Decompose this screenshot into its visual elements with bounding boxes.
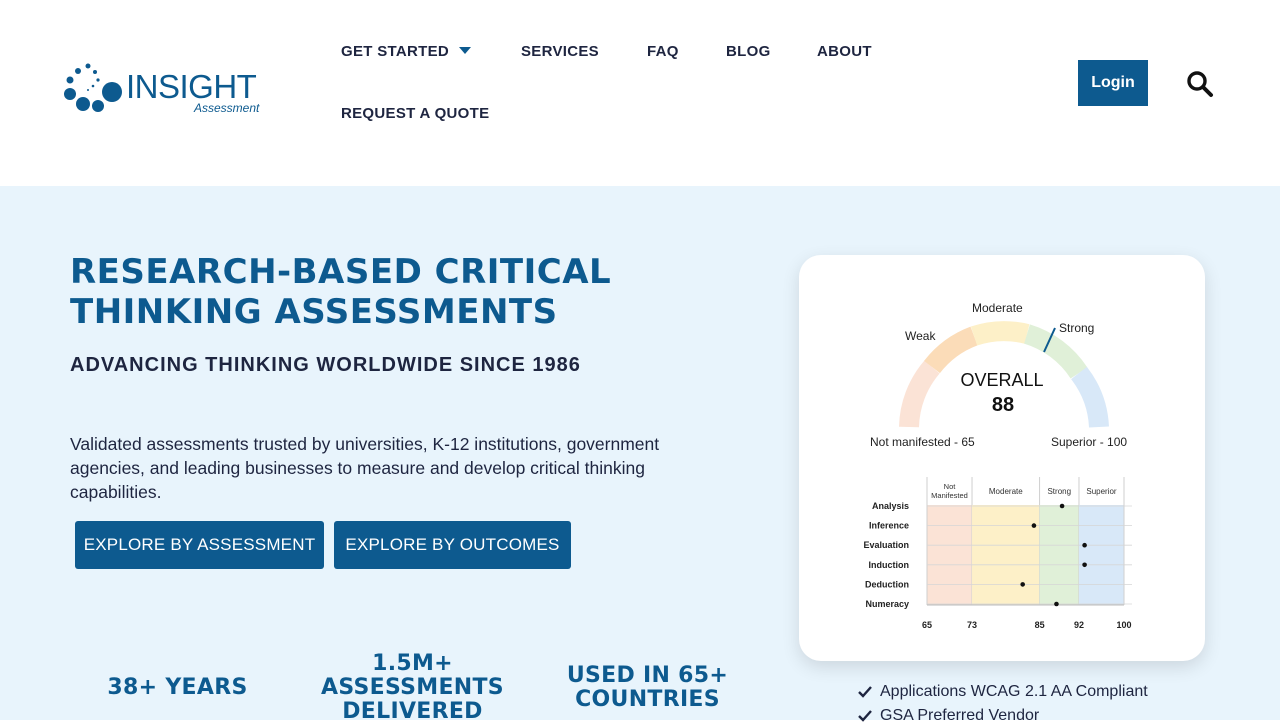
- hero-subtitle: ADVANCING THINKING WORLDWIDE SINCE 1986: [70, 354, 581, 376]
- gauge-label-weak: Weak: [905, 329, 936, 343]
- row-label-deduction: Deduction: [865, 579, 909, 589]
- stat-countries: USED IN 65+ COUNTRIES: [566, 663, 729, 712]
- hero-section: RESEARCH-BASED CRITICAL THINKING ASSESSM…: [0, 186, 1280, 724]
- gauge-segment-superior: [1070, 366, 1109, 428]
- hero-title: RESEARCH-BASED CRITICAL THINKING ASSESSM…: [70, 252, 612, 332]
- gauge-min-label: Not manifested - 65: [870, 435, 975, 449]
- band-0: [927, 505, 973, 605]
- row-label-inference: Inference: [869, 521, 909, 531]
- x-tick-label: 85: [1035, 620, 1045, 630]
- gauge-segment-strong: [1023, 324, 1088, 379]
- row-label-numeracy: Numeracy: [865, 599, 909, 609]
- explore-by-outcomes-button[interactable]: EXPLORE BY OUTCOMES: [334, 521, 571, 569]
- row-label-induction: Induction: [869, 560, 910, 570]
- stat-assessments: 1.5M+ ASSESSMENTS DELIVERED: [321, 651, 504, 724]
- band-label: Superior: [1086, 487, 1117, 496]
- gauge-overall-score: 88: [992, 394, 1014, 416]
- gauge-segment-weak: [924, 326, 978, 374]
- band-label: Strong: [1047, 487, 1071, 496]
- gauge-segment-not-manifested: [899, 360, 940, 428]
- dot-deduction: [1020, 582, 1025, 587]
- check-icon: [858, 710, 872, 722]
- nav-get-started[interactable]: GET STARTED: [341, 43, 472, 60]
- login-button[interactable]: Login: [1078, 60, 1148, 106]
- band-label: Moderate: [989, 487, 1023, 496]
- row-label-analysis: Analysis: [872, 501, 909, 511]
- dot-inference: [1031, 523, 1037, 528]
- band-label: Manifested: [931, 491, 968, 500]
- nav-blog[interactable]: BLOG: [726, 43, 771, 60]
- gauge-label-strong: Strong: [1059, 321, 1094, 335]
- gauge-segment-moderate: [970, 321, 1030, 346]
- nav-services[interactable]: SERVICES: [521, 43, 599, 60]
- check-icon: [858, 686, 872, 698]
- compliance-list: Applications WCAG 2.1 AA Compliant GSA P…: [858, 680, 1148, 728]
- site-header: INSIGHT Assessment GET STARTED SERVICES …: [0, 0, 1280, 186]
- x-tick-label: 100: [1116, 620, 1131, 630]
- band-label: Not: [944, 482, 957, 491]
- dot-numeracy: [1054, 601, 1059, 607]
- nav-request-quote[interactable]: REQUEST A QUOTE: [341, 105, 489, 122]
- logo-dots-icon: [64, 63, 122, 112]
- compliance-item: Applications WCAG 2.1 AA Compliant: [858, 680, 1148, 704]
- band-3: [1078, 505, 1124, 605]
- compliance-gsa: GSA Preferred Vendor: [880, 707, 1040, 724]
- skills-dot-plot: NotManifested Moderate Strong Superior Analy…: [863, 477, 1132, 630]
- x-tick-label: 65: [922, 620, 932, 630]
- dot-evaluation: [1082, 542, 1087, 548]
- dot-induction: [1082, 562, 1087, 568]
- nav-about[interactable]: ABOUT: [817, 43, 872, 60]
- logo-subtitle: Assessment: [194, 101, 260, 115]
- row-label-evaluation: Evaluation: [863, 540, 909, 550]
- gauge-max-label: Superior - 100: [1051, 435, 1127, 449]
- chevron-down-icon: [459, 46, 472, 54]
- band-2: [1039, 505, 1079, 605]
- x-tick-label: 92: [1074, 620, 1084, 630]
- explore-by-assessment-button[interactable]: EXPLORE BY ASSESSMENT: [75, 521, 324, 569]
- stat-years: 38+ YEARS: [107, 675, 248, 700]
- nav-get-started-label: GET STARTED: [341, 43, 450, 60]
- dot-analysis: [1059, 503, 1065, 509]
- report-graphic: Weak Moderate Strong OVERALL 88 Not mani…: [863, 301, 1132, 630]
- band-1: [972, 505, 1040, 605]
- hero-description: Validated assessments trusted by univers…: [70, 434, 660, 502]
- gauge-label-moderate: Moderate: [972, 301, 1023, 315]
- insight-logo[interactable]: INSIGHT Assessment: [62, 60, 272, 120]
- search-icon[interactable]: [1186, 70, 1214, 98]
- nav-faq[interactable]: FAQ: [647, 43, 679, 60]
- compliance-item: GSA Preferred Vendor: [858, 704, 1148, 728]
- gauge-overall-label: OVERALL: [960, 370, 1043, 390]
- x-tick-label: 73: [967, 620, 977, 630]
- compliance-wcag: Applications WCAG 2.1 AA Compliant: [880, 683, 1148, 700]
- report-card: Weak Moderate Strong OVERALL 88 Not mani…: [799, 255, 1205, 661]
